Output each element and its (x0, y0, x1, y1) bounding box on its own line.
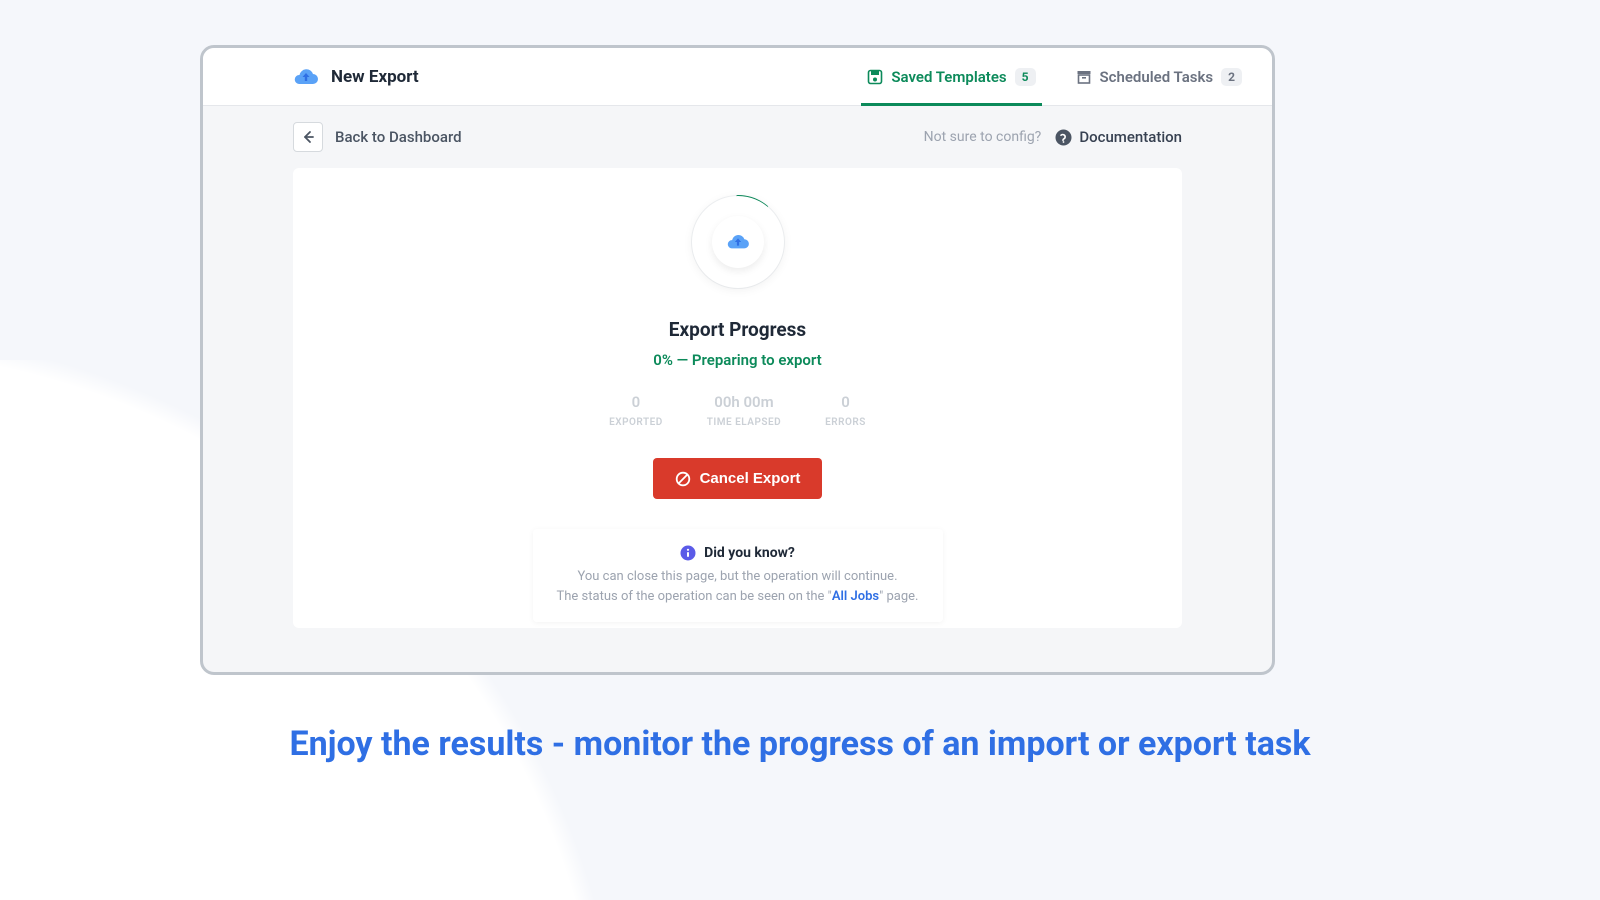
cancel-label: Cancel Export (700, 470, 801, 487)
tab-label: Saved Templates (891, 68, 1006, 86)
tab-badge: 5 (1015, 68, 1036, 86)
tab-saved-templates[interactable]: Saved Templates 5 (867, 48, 1035, 105)
page-title: New Export (331, 67, 419, 87)
progress-ring (692, 196, 784, 288)
progress-stats: 0 EXPORTED 00h 00m TIME ELAPSED 0 ERRORS (609, 393, 866, 428)
back-label[interactable]: Back to Dashboard (335, 128, 462, 146)
back-button[interactable] (293, 122, 323, 152)
doc-label: Documentation (1079, 128, 1182, 146)
cloud-upload-icon (293, 66, 319, 88)
help-icon (1055, 129, 1072, 146)
ban-icon (675, 471, 691, 487)
documentation-link[interactable]: Documentation (1055, 128, 1182, 146)
header: New Export Saved Templates 5 Scheduled T… (203, 48, 1272, 106)
all-jobs-link[interactable]: All Jobs (832, 589, 879, 604)
stat-exported: 0 EXPORTED (609, 393, 663, 428)
tip-line1: You can close this page, but the operati… (577, 569, 897, 584)
cloud-upload-icon (726, 232, 750, 252)
tip-panel: Did you know? You can close this page, b… (533, 529, 943, 622)
toolbar: Back to Dashboard Not sure to config? Do… (203, 106, 1272, 168)
tabs: Saved Templates 5 Scheduled Tasks 2 (867, 48, 1242, 105)
save-icon (867, 69, 883, 85)
progress-title: Export Progress (669, 318, 806, 341)
archive-icon (1076, 69, 1092, 85)
info-icon (680, 545, 696, 561)
marketing-caption: Enjoy the results - monitor the progress… (0, 724, 1600, 764)
cancel-export-button[interactable]: Cancel Export (653, 458, 823, 499)
tab-badge: 2 (1221, 68, 1242, 86)
tab-label: Scheduled Tasks (1100, 68, 1214, 86)
stat-errors: 0 ERRORS (825, 393, 866, 428)
tab-scheduled-tasks[interactable]: Scheduled Tasks 2 (1076, 48, 1242, 105)
tip-line2-pre: The status of the operation can be seen … (557, 589, 832, 604)
progress-status: 0% — Preparing to export (653, 351, 821, 369)
title-group: New Export (293, 66, 419, 88)
stat-time: 00h 00m TIME ELAPSED (707, 393, 781, 428)
progress-card: Export Progress 0% — Preparing to export… (293, 168, 1182, 628)
arrow-left-icon (301, 130, 315, 144)
tip-line2-post: " page. (879, 589, 918, 604)
app-window: New Export Saved Templates 5 Scheduled T… (200, 45, 1275, 675)
config-hint: Not sure to config? (924, 129, 1042, 145)
tip-title: Did you know? (704, 545, 795, 561)
